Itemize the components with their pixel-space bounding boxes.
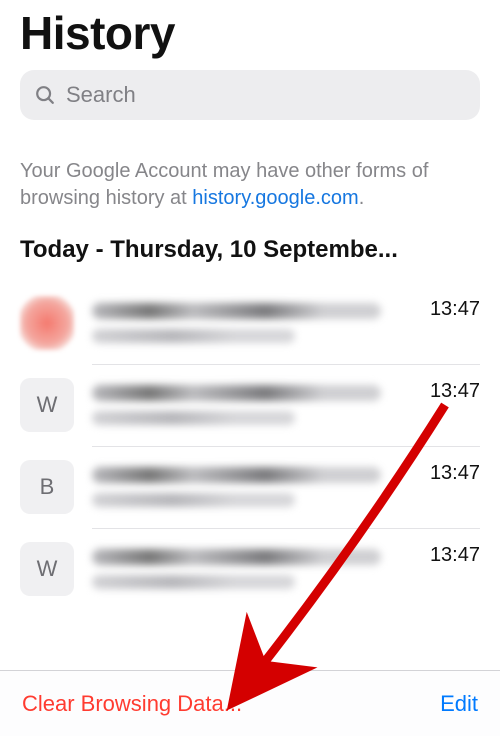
history-entry-redacted (92, 467, 420, 507)
account-history-notice: Your Google Account may have other forms… (0, 138, 500, 222)
search-field[interactable] (20, 70, 480, 120)
favicon-icon (20, 296, 74, 350)
favicon-icon: B (20, 460, 74, 514)
history-entry-redacted (92, 549, 420, 589)
history-time: 13:47 (430, 378, 480, 403)
history-list: 13:47 W 13:47 B 13:47 W 13:47 (0, 272, 500, 736)
bottom-toolbar: Clear Browsing Data... Edit (0, 670, 500, 736)
history-time: 13:47 (430, 460, 480, 485)
history-row[interactable]: W 13:47 (0, 364, 500, 446)
favicon-icon: W (20, 542, 74, 596)
search-input[interactable] (66, 82, 466, 108)
section-heading-today: Today - Thursday, 10 Septembe... (0, 222, 500, 272)
history-entry-redacted (92, 385, 420, 425)
history-time: 13:47 (430, 542, 480, 567)
notice-text-suffix: . (359, 187, 365, 209)
edit-button[interactable]: Edit (440, 691, 478, 717)
history-row[interactable]: W 13:47 (0, 528, 500, 610)
favicon-icon: W (20, 378, 74, 432)
page-title: History (0, 0, 500, 70)
history-row[interactable]: 13:47 (0, 282, 500, 364)
history-time: 13:47 (430, 296, 480, 321)
google-history-link[interactable]: history.google.com (192, 187, 358, 209)
history-entry-redacted (92, 303, 420, 343)
history-row[interactable]: B 13:47 (0, 446, 500, 528)
clear-browsing-data-button[interactable]: Clear Browsing Data... (22, 691, 242, 717)
search-icon (34, 84, 56, 106)
